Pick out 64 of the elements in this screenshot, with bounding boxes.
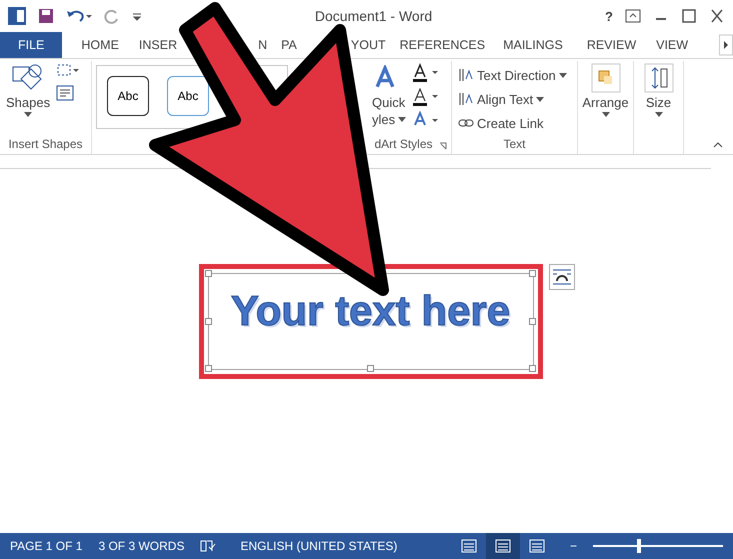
caret-icon (536, 96, 544, 102)
collapse-ribbon-icon[interactable] (713, 142, 723, 148)
group-label: Insert Shapes (8, 137, 83, 153)
caret-icon (602, 112, 610, 117)
ribbon-tab[interactable]: N (258, 32, 268, 58)
undo-icon[interactable] (66, 8, 92, 24)
caret-icon (24, 112, 32, 117)
resize-handle[interactable] (204, 365, 212, 372)
text-outline-icon[interactable] (412, 87, 440, 107)
file-tab[interactable]: FILE (0, 32, 62, 58)
ribbon-tab[interactable]: VIEW (656, 32, 688, 58)
ribbon-tab[interactable]: INSER (138, 32, 178, 58)
ribbon-tab[interactable]: PA (281, 32, 297, 58)
text-direction-icon (458, 67, 474, 83)
ribbon-tab[interactable]: HOME (81, 32, 119, 58)
resize-handle[interactable] (528, 318, 536, 324)
arrange-button[interactable]: Arrange (582, 63, 629, 117)
text-direction-button[interactable]: Text Direction (458, 63, 567, 87)
ribbon-tab[interactable]: REFERENCES (400, 32, 486, 58)
zoom-thumb[interactable] (636, 539, 640, 553)
print-layout-button[interactable] (486, 533, 520, 559)
quick-styles-button[interactable]: Quick yles (372, 63, 406, 127)
language-status: ENGLISH (UNITED STATES) (240, 539, 398, 553)
layout-options-icon[interactable] (548, 264, 574, 290)
wordart-text: Your text here (230, 288, 510, 334)
group-label: Text (503, 137, 526, 153)
word-logo-icon[interactable] (8, 7, 26, 25)
ribbon-tab[interactable]: REVIEW (586, 32, 636, 58)
arrange-icon (590, 63, 620, 93)
caret-icon (558, 72, 567, 78)
window-title: Document1 - Word (314, 8, 434, 24)
page-count: PAGE 1 OF 1 (10, 539, 82, 553)
customize-icon[interactable] (132, 11, 142, 21)
dialog-launcher-icon[interactable] (438, 142, 447, 150)
resize-handle[interactable] (528, 365, 536, 372)
save-icon[interactable] (38, 8, 54, 24)
size-icon (644, 63, 674, 93)
resize-handle[interactable] (366, 365, 374, 372)
help-button[interactable]: ? (605, 4, 613, 28)
word-count: 3 OF 3 WORDS (98, 539, 184, 553)
text-fill-icon[interactable] (412, 63, 440, 83)
text-box-icon[interactable] (56, 85, 74, 101)
scroll-right-icon[interactable] (719, 32, 733, 58)
zoom-out-button[interactable]: − (570, 539, 577, 553)
maximize-icon[interactable] (681, 9, 697, 23)
create-link-button[interactable]: Create Link (458, 111, 544, 135)
style-sample[interactable]: Abc (107, 76, 149, 116)
page-icon (494, 539, 511, 553)
align-text-icon (458, 91, 474, 107)
ribbon-tab[interactable]: MAILINGS (503, 32, 563, 58)
resize-handle[interactable] (204, 270, 212, 277)
close-icon[interactable] (709, 9, 725, 23)
proofing-icon[interactable] (200, 539, 216, 553)
ribbon-display-icon[interactable] (625, 9, 641, 23)
shapes-button[interactable]: Shapes (6, 63, 50, 117)
group-label: dArt Styles (374, 137, 433, 153)
size-button[interactable]: Size (644, 63, 674, 117)
ribbon-tab[interactable]: YOUT (350, 32, 386, 58)
caret-icon (398, 117, 406, 122)
resize-handle[interactable] (528, 270, 536, 277)
align-text-button[interactable]: Align Text (458, 87, 544, 111)
resize-handle[interactable] (204, 318, 212, 324)
caret-icon (654, 112, 662, 117)
link-icon (458, 117, 474, 129)
